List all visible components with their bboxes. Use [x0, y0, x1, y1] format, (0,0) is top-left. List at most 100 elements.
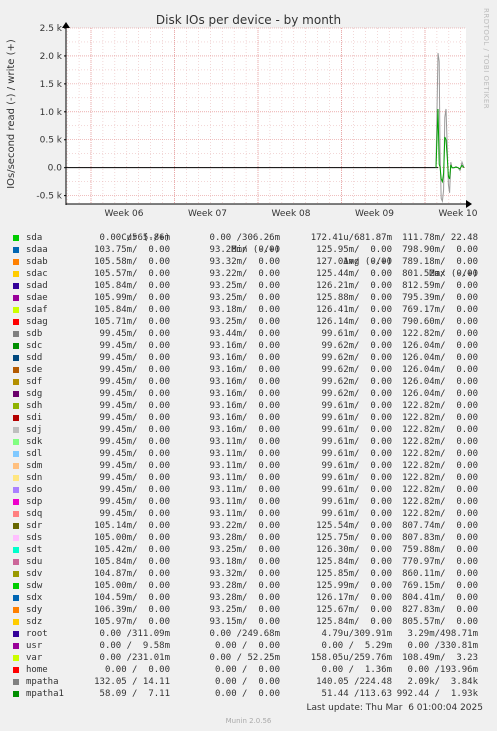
legend-row-sdab: sdab 105.58m/ 0.00 93.32m/ 0.00 127.01m/ 0.… — [0, 256, 497, 268]
legend-device-name: sdf — [26, 377, 43, 387]
legend-device-name: sdd — [26, 353, 43, 363]
legend-cur-value: 99.45m/ 0.00 — [99, 389, 170, 399]
legend-cur-value: 58.09 / 7.11 — [99, 689, 170, 699]
legend-max-value: 789.18m/ 0.00 — [402, 257, 478, 267]
legend-swatch — [13, 271, 19, 277]
legend-avg-value: 140.05 /224.48 — [316, 677, 392, 687]
legend-cur-value: 105.84m/ 0.00 — [94, 281, 170, 291]
legend-min-value: 93.25m/ 0.00 — [209, 317, 280, 327]
legend-row-root: root 0.00 /311.09m 0.00 /249.68m 4.79u/309.… — [0, 628, 497, 640]
legend-row-sdi: sdi 99.45m/ 0.00 93.16m/ 0.00 99.61m/ 0.00 1… — [0, 412, 497, 424]
legend-max-value: 122.82m/ 0.00 — [402, 473, 478, 483]
legend-row-sds: sds 105.00m/ 0.00 93.28m/ 0.00 125.75m/ 0.0… — [0, 532, 497, 544]
legend-device-name: sdm — [26, 461, 43, 471]
legend-cur-value: 104.87m/ 0.00 — [94, 569, 170, 579]
legend-cur-value: 99.45m/ 0.00 — [99, 365, 170, 375]
legend-swatch — [13, 235, 19, 241]
legend-device-name: sdc — [26, 341, 43, 351]
legend-cur-value: 0.00 /565.86m — [99, 233, 170, 243]
legend-cur-value: 105.42m/ 0.00 — [94, 545, 170, 555]
legend-swatch — [13, 343, 19, 349]
legend-max-value: 804.41m/ 0.00 — [402, 593, 478, 603]
legend-max-value: 122.82m/ 0.00 — [402, 509, 478, 519]
legend-cur-value: 105.00m/ 0.00 — [94, 533, 170, 543]
legend-min-value: 93.25m/ 0.00 — [209, 605, 280, 615]
legend-swatch — [13, 439, 19, 445]
legend-avg-value: 125.85m/ 0.00 — [316, 569, 392, 579]
legend-max-value: 122.82m/ 0.00 — [402, 329, 478, 339]
legend-row-sdt: sdt 105.42m/ 0.00 93.25m/ 0.00 126.30m/ 0.0… — [0, 544, 497, 556]
legend-row-var: var 0.00 /231.01m 0.00 / 52.25m 158.05u/259… — [0, 652, 497, 664]
legend-avg-value: 125.54m/ 0.00 — [316, 521, 392, 531]
legend-min-value: 0.00 / 0.00 — [214, 665, 280, 675]
legend-cur-value: 0.00 / 9.58m — [99, 641, 170, 651]
legend-row-sdg: sdg 99.45m/ 0.00 93.16m/ 0.00 99.62m/ 0.00 1… — [0, 388, 497, 400]
legend-avg-value: 172.41u/681.87m — [310, 233, 392, 243]
legend-swatch — [13, 619, 19, 625]
legend-avg-value: 99.62m/ 0.00 — [321, 353, 392, 363]
legend-swatch — [13, 559, 19, 565]
legend-swatch — [13, 643, 19, 649]
legend-avg-value: 125.75m/ 0.00 — [316, 533, 392, 543]
legend-max-value: 126.04m/ 0.00 — [402, 341, 478, 351]
legend-max-value: 122.82m/ 0.00 — [402, 437, 478, 447]
legend-max-value: 769.17m/ 0.00 — [402, 305, 478, 315]
legend-min-value: 93.16m/ 0.00 — [209, 353, 280, 363]
legend-row-sdaa: sdaa 103.75m/ 0.00 93.28m/ 0.00 125.95m/ 0.… — [0, 244, 497, 256]
legend-swatch — [13, 463, 19, 469]
legend-avg-value: 99.61m/ 0.00 — [321, 449, 392, 459]
legend-max-value: 0.00 /330.81m — [407, 641, 478, 651]
legend-min-value: 93.11m/ 0.00 — [209, 461, 280, 471]
legend-min-value: 93.11m/ 0.00 — [209, 485, 280, 495]
legend-device-name: sdu — [26, 557, 43, 567]
legend-rows: sda 0.00 /565.86m 0.00 /306.26m 172.41u/681… — [0, 232, 497, 700]
legend-device-name: sdae — [26, 293, 48, 303]
legend-swatch — [13, 535, 19, 541]
legend-avg-value: 126.17m/ 0.00 — [316, 593, 392, 603]
legend-swatch — [13, 631, 19, 637]
legend-cur-value: 99.45m/ 0.00 — [99, 413, 170, 423]
legend-swatch — [13, 655, 19, 661]
legend-device-name: sdv — [26, 569, 43, 579]
legend-row-sdac: sdac 105.57m/ 0.00 93.22m/ 0.00 125.44m/ 0.… — [0, 268, 497, 280]
legend-avg-value: 99.61m/ 0.00 — [321, 329, 392, 339]
legend-min-value: 93.25m/ 0.00 — [209, 545, 280, 555]
legend-device-name: sdl — [26, 449, 43, 459]
legend-device-name: root — [26, 629, 48, 639]
last-update: Last update: Thu Mar 6 01:00:04 2025 — [306, 703, 483, 713]
legend-device-name: sdg — [26, 389, 43, 399]
legend-header: Cur (-/+) Min (-/+) Avg (-/+) Max (-/+) — [0, 220, 497, 279]
legend: Cur (-/+) Min (-/+) Avg (-/+) Max (-/+) … — [0, 220, 497, 700]
legend-device-name: sdk — [26, 437, 43, 447]
legend-min-value: 93.15m/ 0.00 — [209, 617, 280, 627]
legend-avg-value: 125.84m/ 0.00 — [316, 557, 392, 567]
legend-row-sde: sde 99.45m/ 0.00 93.16m/ 0.00 99.62m/ 0.00 1… — [0, 364, 497, 376]
legend-avg-value: 99.62m/ 0.00 — [321, 389, 392, 399]
x-axis-arrow — [466, 200, 472, 208]
legend-min-value: 93.16m/ 0.00 — [209, 377, 280, 387]
legend-swatch — [13, 667, 19, 673]
legend-min-value: 93.25m/ 0.00 — [209, 281, 280, 291]
legend-swatch — [13, 595, 19, 601]
legend-swatch — [13, 583, 19, 589]
legend-row-sdp: sdp 99.45m/ 0.00 93.11m/ 0.00 99.61m/ 0.00 1… — [0, 496, 497, 508]
legend-row-mpatha: mpatha 132.05 / 14.11 0.00 / 0.00 140.05 /2… — [0, 676, 497, 688]
legend-cur-value: 99.45m/ 0.00 — [99, 461, 170, 471]
legend-device-name: sdp — [26, 497, 43, 507]
legend-swatch — [13, 379, 19, 385]
legend-cur-value: 105.84m/ 0.00 — [94, 557, 170, 567]
legend-max-value: 827.83m/ 0.00 — [402, 605, 478, 615]
legend-cur-value: 99.45m/ 0.00 — [99, 497, 170, 507]
legend-min-value: 93.16m/ 0.00 — [209, 401, 280, 411]
legend-avg-value: 99.61m/ 0.00 — [321, 425, 392, 435]
legend-avg-value: 99.61m/ 0.00 — [321, 437, 392, 447]
y-tick-label: 0.5 k — [40, 136, 63, 146]
legend-min-value: 93.32m/ 0.00 — [209, 569, 280, 579]
y-tick-label: 2.0 k — [40, 52, 63, 62]
legend-max-value: 122.82m/ 0.00 — [402, 425, 478, 435]
legend-cur-value: 0.00 /231.01m — [99, 653, 170, 663]
legend-avg-value: 99.62m/ 0.00 — [321, 377, 392, 387]
legend-avg-value: 125.99m/ 0.00 — [316, 581, 392, 591]
legend-max-value: 126.04m/ 0.00 — [402, 377, 478, 387]
legend-swatch — [13, 259, 19, 265]
